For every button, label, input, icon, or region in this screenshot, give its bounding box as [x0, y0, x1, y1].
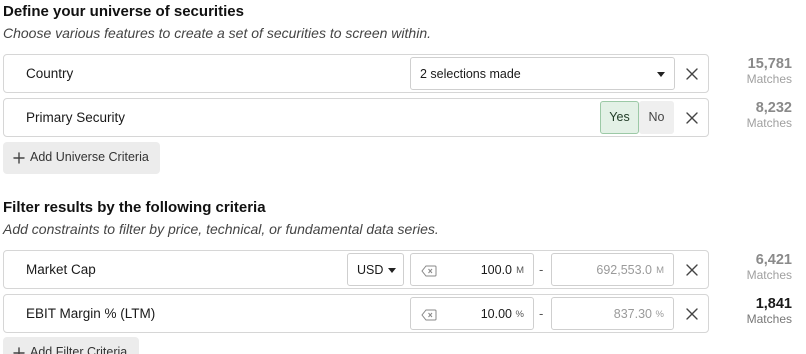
- matches-label: Matches: [746, 72, 792, 86]
- min-unit: M: [516, 265, 524, 276]
- matches-primary-security: 8,232 Matches: [732, 100, 792, 130]
- filter-section-subtitle: Add constraints to filter by price, tech…: [3, 221, 439, 237]
- universe-section-subtitle: Choose various features to create a set …: [3, 25, 431, 41]
- close-icon[interactable]: [685, 307, 699, 321]
- min-unit: %: [515, 309, 524, 320]
- plus-icon: [13, 346, 25, 354]
- country-select[interactable]: 2 selections made: [410, 57, 675, 90]
- criteria-label: Primary Security: [26, 110, 126, 125]
- matches-label: Matches: [746, 268, 792, 282]
- close-icon[interactable]: [685, 263, 699, 277]
- currency-select[interactable]: USD: [347, 253, 404, 286]
- matches-count: 15,781: [747, 56, 792, 72]
- matches-count: 1,841: [755, 296, 792, 312]
- filter-section-title: Filter results by the following criteria: [3, 199, 266, 216]
- close-icon[interactable]: [685, 67, 699, 81]
- matches-country: 15,781 Matches: [732, 56, 792, 86]
- add-filter-criteria-button[interactable]: Add Filter Criteria: [3, 337, 139, 354]
- add-universe-criteria-button[interactable]: Add Universe Criteria: [3, 142, 160, 174]
- matches-ebit-margin: 1,841 Matches: [732, 296, 792, 326]
- matches-count: 8,232: [755, 100, 792, 116]
- add-universe-criteria-label: Add Universe Criteria: [30, 150, 149, 164]
- max-placeholder: 837.30: [613, 307, 652, 321]
- toggle-no-button[interactable]: No: [639, 101, 674, 134]
- min-value: 100.0: [480, 263, 512, 277]
- chevron-down-icon: [657, 72, 665, 77]
- criteria-label: Country: [26, 66, 74, 81]
- filter-row-market-cap: Market Cap USD 100.0 M - 692,553.0 M: [3, 250, 709, 289]
- criteria-label: Market Cap: [26, 262, 96, 277]
- add-filter-criteria-label: Add Filter Criteria: [30, 345, 128, 354]
- country-select-value: 2 selections made: [420, 67, 521, 81]
- max-value-input[interactable]: 692,553.0 M: [551, 253, 674, 286]
- max-unit: M: [656, 265, 664, 276]
- min-value-input[interactable]: 10.00 %: [410, 297, 534, 330]
- max-unit: %: [655, 309, 664, 320]
- matches-label: Matches: [746, 312, 792, 326]
- max-value-input[interactable]: 837.30 %: [551, 297, 674, 330]
- max-placeholder: 692,553.0: [596, 263, 652, 277]
- min-value-input[interactable]: 100.0 M: [410, 253, 534, 286]
- clear-input-icon[interactable]: [421, 308, 437, 326]
- currency-select-value: USD: [357, 263, 384, 277]
- criteria-row-primary-security: Primary Security Yes No: [3, 98, 709, 137]
- matches-market-cap: 6,421 Matches: [732, 252, 792, 282]
- plus-icon: [13, 151, 25, 169]
- close-icon[interactable]: [685, 111, 699, 125]
- universe-section-title: Define your universe of securities: [3, 3, 244, 20]
- matches-count: 6,421: [755, 252, 792, 268]
- criteria-label: EBIT Margin % (LTM): [26, 306, 156, 321]
- filter-row-ebit-margin: EBIT Margin % (LTM) 10.00 % - 837.30 %: [3, 294, 709, 333]
- min-value: 10.00: [480, 307, 512, 321]
- range-separator: -: [539, 262, 544, 277]
- range-separator: -: [539, 306, 544, 321]
- matches-label: Matches: [746, 116, 792, 130]
- chevron-down-icon: [388, 268, 396, 273]
- clear-input-icon[interactable]: [421, 264, 437, 282]
- criteria-row-country: Country 2 selections made: [3, 54, 709, 93]
- toggle-yes-button[interactable]: Yes: [600, 101, 639, 134]
